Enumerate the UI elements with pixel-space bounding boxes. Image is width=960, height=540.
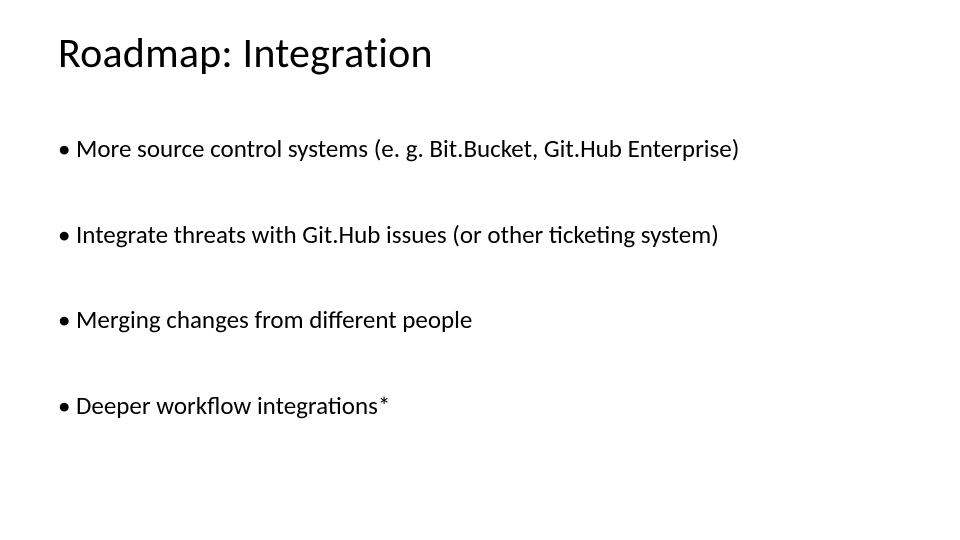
list-item: Merging changes from different people [58, 304, 902, 337]
list-item: More source control systems (e. g. Bit.B… [58, 133, 902, 166]
slide-container: Roadmap: Integration More source control… [0, 0, 960, 422]
list-item: Integrate threats with Git.Hub issues (o… [58, 219, 902, 252]
bullet-list: More source control systems (e. g. Bit.B… [58, 133, 902, 422]
slide-title: Roadmap: Integration [58, 28, 902, 79]
list-item: Deeper workflow integrations* [58, 390, 902, 423]
